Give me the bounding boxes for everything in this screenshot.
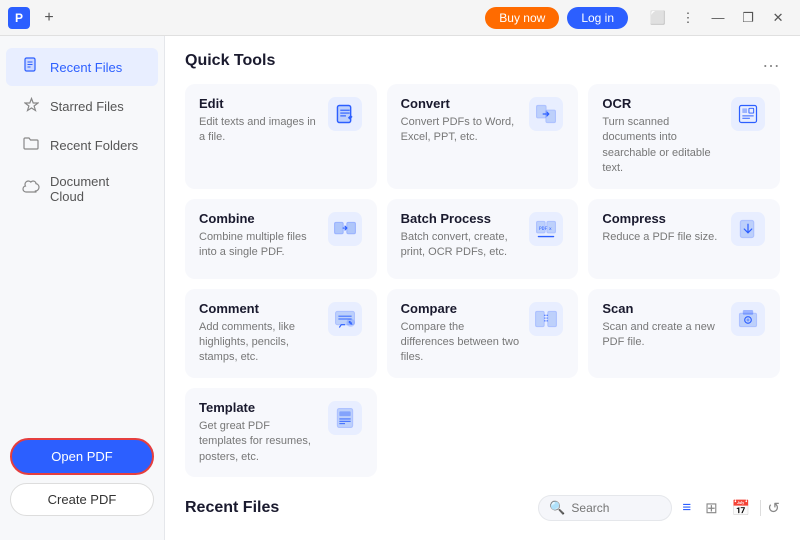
tool-comment-icon: ✎	[327, 301, 363, 337]
main-layout: Recent Files Starred Files Recent Folder…	[0, 36, 800, 540]
folder-icon	[22, 136, 40, 154]
tool-combine-icon	[327, 211, 363, 247]
list-view-button[interactable]: ≡	[678, 497, 695, 518]
tool-compare-text: Compare Compare the differences between …	[401, 301, 521, 366]
search-box[interactable]: 🔍	[538, 495, 672, 521]
content-area: Quick Tools … Edit Edit texts and images…	[165, 36, 800, 540]
tool-batch-icon: PDF x	[528, 211, 564, 247]
tool-scan-icon	[730, 301, 766, 337]
svg-text:PDF: PDF	[539, 226, 548, 232]
tool-ocr-icon	[730, 96, 766, 132]
tool-convert-name: Convert	[401, 96, 521, 111]
tool-comment-text: Comment Add comments, like highlights, p…	[199, 301, 319, 366]
sidebar-bottom: Open PDF Create PDF	[0, 426, 164, 528]
tool-scan[interactable]: Scan Scan and create a new PDF file.	[588, 289, 780, 378]
tool-compress[interactable]: Compress Reduce a PDF file size.	[588, 199, 780, 279]
recent-files-title: Recent Files	[185, 499, 279, 517]
tool-compare-icon	[528, 301, 564, 337]
cloud-icon	[22, 180, 40, 198]
tool-batch-text: Batch Process Batch convert, create, pri…	[401, 211, 521, 261]
tool-scan-name: Scan	[602, 301, 722, 316]
tool-combine-text: Combine Combine multiple files into a si…	[199, 211, 319, 261]
new-tab-button[interactable]: +	[38, 7, 60, 29]
tool-compress-name: Compress	[602, 211, 722, 226]
tool-compare-name: Compare	[401, 301, 521, 316]
tool-combine[interactable]: Combine Combine multiple files into a si…	[185, 199, 377, 279]
tool-batch-desc: Batch convert, create, print, OCR PDFs, …	[401, 230, 521, 261]
tool-comment[interactable]: Comment Add comments, like highlights, p…	[185, 289, 377, 378]
tools-grid: Edit Edit texts and images in a file.	[185, 84, 780, 477]
tool-edit-desc: Edit texts and images in a file.	[199, 115, 319, 146]
tool-template-text: Template Get great PDF templates for res…	[199, 400, 319, 465]
open-pdf-button[interactable]: Open PDF	[10, 438, 154, 475]
tool-ocr-text: OCR Turn scanned documents into searchab…	[602, 96, 722, 177]
tool-convert-icon	[528, 96, 564, 132]
buy-now-button[interactable]: Buy now	[485, 7, 559, 29]
tool-template-name: Template	[199, 400, 319, 415]
quick-tools-title: Quick Tools	[185, 52, 275, 70]
tool-compress-icon	[730, 211, 766, 247]
svg-text:✎: ✎	[348, 320, 353, 327]
sidebar-item-recent-folders[interactable]: Recent Folders	[6, 127, 158, 163]
tool-edit[interactable]: Edit Edit texts and images in a file.	[185, 84, 377, 189]
sidebar-item-label: Recent Folders	[50, 138, 138, 153]
sidebar-item-label: Recent Files	[50, 60, 122, 75]
close-button[interactable]: ✕	[764, 4, 792, 32]
tool-convert-desc: Convert PDFs to Word, Excel, PPT, etc.	[401, 115, 521, 146]
tool-ocr-desc: Turn scanned documents into searchable o…	[602, 115, 722, 177]
create-pdf-button[interactable]: Create PDF	[10, 483, 154, 516]
more-options-button[interactable]: …	[762, 52, 780, 70]
tool-combine-name: Combine	[199, 211, 319, 226]
window-controls: ⬜ ⋮ — ❐ ✕	[644, 4, 792, 32]
tool-convert-text: Convert Convert PDFs to Word, Excel, PPT…	[401, 96, 521, 146]
divider	[760, 500, 761, 516]
sidebar-item-label: Starred Files	[50, 99, 124, 114]
refresh-button[interactable]: ↺	[767, 499, 780, 517]
search-icon: 🔍	[549, 500, 565, 516]
titlebar-left: P +	[8, 7, 247, 29]
grid-view-button[interactable]: ⊞	[701, 497, 722, 519]
tool-ocr[interactable]: OCR Turn scanned documents into searchab…	[588, 84, 780, 189]
tool-scan-desc: Scan and create a new PDF file.	[602, 320, 722, 351]
tool-compare[interactable]: Compare Compare the differences between …	[387, 289, 579, 378]
login-button[interactable]: Log in	[567, 7, 628, 29]
monitor-button[interactable]: ⬜	[644, 4, 672, 32]
titlebar: P + Buy now Log in ⬜ ⋮ — ❐ ✕	[0, 0, 800, 36]
tool-comment-name: Comment	[199, 301, 319, 316]
tool-compress-text: Compress Reduce a PDF file size.	[602, 211, 722, 245]
tool-template-icon	[327, 400, 363, 436]
tool-combine-desc: Combine multiple files into a single PDF…	[199, 230, 319, 261]
tool-edit-text: Edit Edit texts and images in a file.	[199, 96, 319, 146]
tool-edit-icon	[327, 96, 363, 132]
star-icon	[22, 97, 40, 116]
tool-ocr-name: OCR	[602, 96, 722, 111]
tool-template-desc: Get great PDF templates for resumes, pos…	[199, 419, 319, 465]
quick-tools-header: Quick Tools …	[185, 52, 780, 70]
maximize-button[interactable]: ❐	[734, 4, 762, 32]
app-icon: P	[8, 7, 30, 29]
recent-files-icon	[22, 57, 40, 77]
menu-button[interactable]: ⋮	[674, 4, 702, 32]
minimize-button[interactable]: —	[704, 4, 732, 32]
search-input[interactable]	[571, 501, 661, 515]
tool-comment-desc: Add comments, like highlights, pencils, …	[199, 320, 319, 366]
sidebar-item-recent-files[interactable]: Recent Files	[6, 48, 158, 86]
sidebar-item-document-cloud[interactable]: Document Cloud	[6, 165, 158, 213]
recent-files-header: Recent Files 🔍 ≡ ⊞ 📅 ↺	[185, 495, 780, 521]
tool-edit-name: Edit	[199, 96, 319, 111]
tool-template[interactable]: Template Get great PDF templates for res…	[185, 388, 377, 477]
tool-batch-name: Batch Process	[401, 211, 521, 226]
tool-batch-process[interactable]: Batch Process Batch convert, create, pri…	[387, 199, 579, 279]
tool-compare-desc: Compare the differences between two file…	[401, 320, 521, 366]
tool-convert[interactable]: Convert Convert PDFs to Word, Excel, PPT…	[387, 84, 579, 189]
sidebar-item-label: Document Cloud	[50, 174, 142, 204]
titlebar-right: Buy now Log in ⬜ ⋮ — ❐ ✕	[485, 4, 792, 32]
sidebar-item-starred-files[interactable]: Starred Files	[6, 88, 158, 125]
svg-text:x: x	[549, 227, 552, 232]
sidebar: Recent Files Starred Files Recent Folder…	[0, 36, 165, 540]
calendar-view-button[interactable]: 📅	[728, 497, 755, 519]
tool-scan-text: Scan Scan and create a new PDF file.	[602, 301, 722, 351]
tool-compress-desc: Reduce a PDF file size.	[602, 230, 722, 245]
recent-files-controls: 🔍 ≡ ⊞ 📅 ↺	[538, 495, 780, 521]
